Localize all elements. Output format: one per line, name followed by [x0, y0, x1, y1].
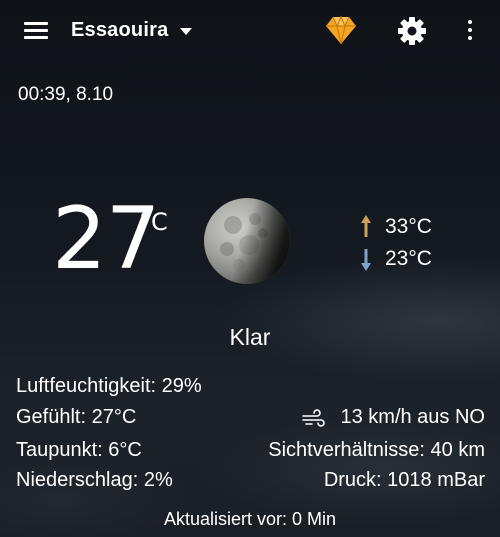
condition-label: Klar	[229, 324, 271, 350]
low-temperature: 23°C	[385, 247, 432, 270]
caret-down-icon[interactable]	[180, 28, 192, 35]
wind-icon	[302, 409, 325, 427]
dew-point-label: Taupunkt: 6°C	[16, 439, 142, 461]
feels-like-label: Gefühlt: 27°C	[16, 406, 137, 428]
gear-icon[interactable]	[397, 16, 427, 46]
diamond-icon[interactable]	[325, 15, 357, 45]
more-vertical-icon[interactable]	[463, 20, 477, 42]
visibility-label: Sichtverhältnisse: 40 km	[268, 439, 485, 461]
wind-label: 13 km/h aus NO	[340, 406, 485, 428]
arrow-down-icon	[361, 249, 371, 271]
hamburger-menu-icon[interactable]	[24, 22, 48, 40]
humidity-label: Luftfeuchtigkeit: 29%	[16, 375, 202, 397]
precipitation-label: Niederschlag: 2%	[16, 469, 173, 491]
location-title[interactable]: Essaouira	[71, 19, 168, 42]
last-updated-label: Aktualisiert vor: 0 Min	[163, 509, 337, 529]
datetime-label: 00:39, 8.10	[18, 84, 114, 105]
high-temperature: 33°C	[385, 215, 432, 238]
arrow-up-icon	[361, 215, 371, 237]
temperature-unit: °C	[139, 208, 168, 236]
moon-icon	[204, 198, 290, 284]
pressure-label: Druck: 1018 mBar	[323, 469, 485, 491]
